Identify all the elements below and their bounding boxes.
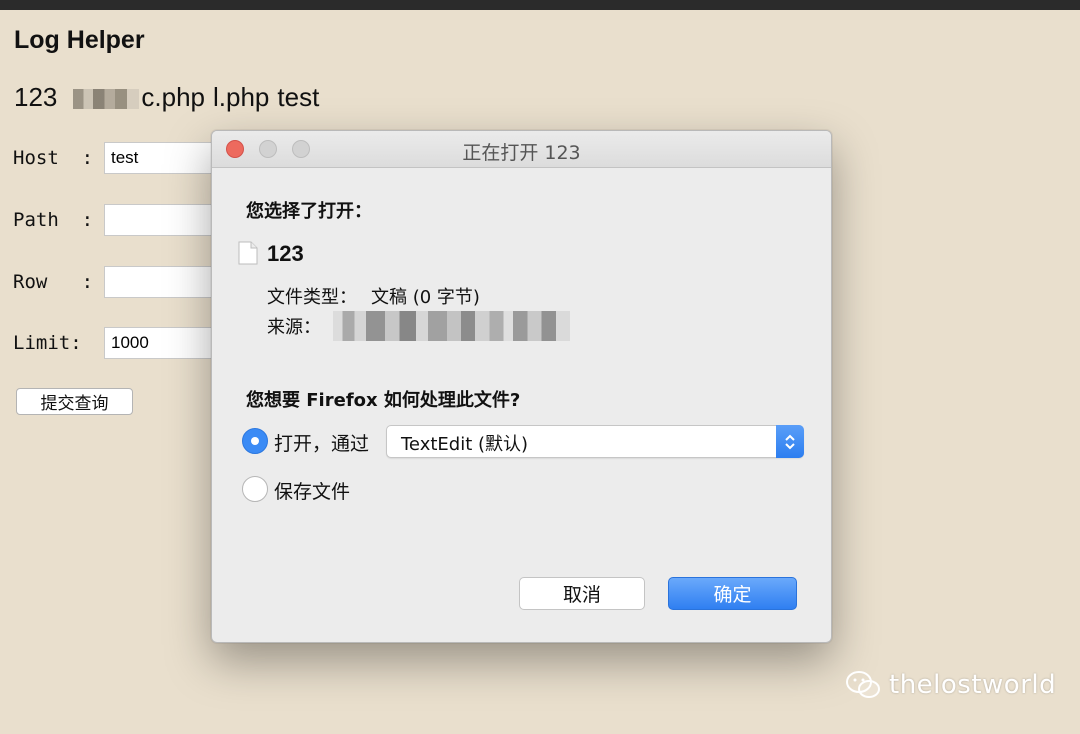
link-123[interactable]: 123 bbox=[14, 82, 57, 113]
watermark-text: thelostworld bbox=[889, 670, 1057, 700]
watermark: thelostworld bbox=[845, 670, 1056, 700]
browser-top-bar bbox=[0, 0, 1080, 10]
dialog-heading: 您选择了打开： bbox=[246, 201, 372, 222]
source-label: 来源： bbox=[267, 317, 321, 338]
blurred-link-prefix bbox=[73, 88, 140, 109]
submit-query-button[interactable]: 提交查询 bbox=[16, 388, 133, 415]
wechat-icon bbox=[846, 671, 880, 698]
open-with-select[interactable]: TextEdit (默认) bbox=[386, 425, 804, 458]
link-c-php[interactable]: c.php bbox=[141, 82, 205, 113]
select-arrows-icon bbox=[776, 425, 804, 458]
host-input[interactable] bbox=[104, 142, 214, 174]
save-file-radio[interactable] bbox=[242, 476, 268, 502]
document-icon bbox=[238, 241, 258, 265]
file-type-value: 文稿 (0 字节) bbox=[371, 287, 480, 308]
handling-question: 您想要 Firefox 如何处理此文件? bbox=[246, 390, 521, 411]
path-input[interactable] bbox=[104, 204, 214, 236]
dialog-titlebar[interactable]: 正在打开 123 bbox=[212, 131, 831, 168]
host-label: Host : bbox=[13, 147, 94, 169]
open-with-radio[interactable] bbox=[242, 428, 268, 454]
dialog-title: 正在打开 123 bbox=[462, 142, 581, 164]
file-type-label: 文件类型： bbox=[267, 287, 357, 308]
file-type-line: 文件类型： 文稿 (0 字节) bbox=[267, 283, 480, 309]
row-label: Row : bbox=[13, 271, 94, 293]
form-row-host: Host : bbox=[13, 142, 214, 174]
form-row-limit: Limit: bbox=[13, 327, 214, 359]
file-name: 123 bbox=[267, 241, 304, 266]
link-row: 123 c.php l.php test bbox=[14, 82, 327, 113]
limit-label: Limit: bbox=[13, 332, 82, 354]
blurred-source-url bbox=[333, 311, 570, 341]
limit-input[interactable] bbox=[104, 327, 214, 359]
path-label: Path : bbox=[13, 209, 94, 231]
form-row-path: Path : bbox=[13, 204, 214, 236]
open-with-label[interactable]: 打开，通过 bbox=[274, 429, 369, 456]
cancel-button[interactable]: 取消 bbox=[519, 577, 645, 610]
link-l-php[interactable]: l.php bbox=[213, 82, 269, 113]
row-input[interactable] bbox=[104, 266, 214, 298]
ok-button[interactable]: 确定 bbox=[668, 577, 797, 610]
page-title: Log Helper bbox=[14, 26, 145, 54]
open-with-value: TextEdit (默认) bbox=[401, 434, 529, 455]
source-line: 来源： bbox=[267, 311, 570, 343]
link-test[interactable]: test bbox=[277, 82, 319, 113]
open-file-dialog: 正在打开 123 您选择了打开： 123 文件类型： 文稿 (0 字节) 来源： … bbox=[211, 130, 832, 643]
save-file-label[interactable]: 保存文件 bbox=[274, 477, 350, 504]
form-row-row: Row : bbox=[13, 266, 214, 298]
